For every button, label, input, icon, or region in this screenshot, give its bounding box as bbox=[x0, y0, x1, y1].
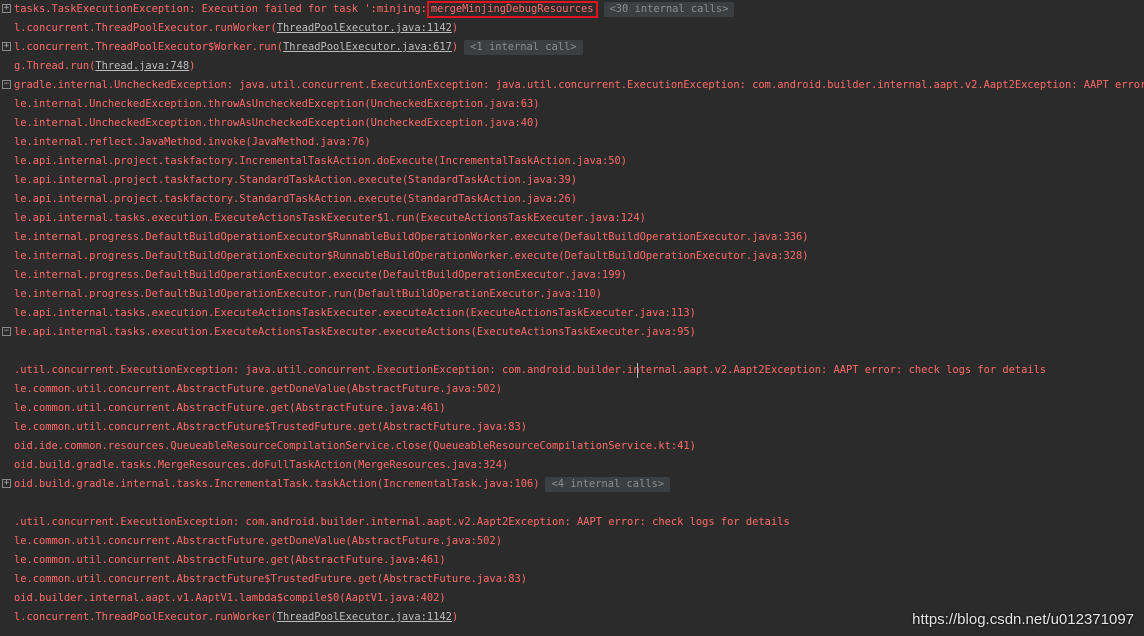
stack-trace-line: .util.concurrent.ExecutionException: jav… bbox=[0, 361, 1144, 380]
line-text: le.api.internal.project.taskfactory.Stan… bbox=[14, 174, 578, 186]
stack-trace-line: le.common.util.concurrent.AbstractFuture… bbox=[0, 570, 1144, 589]
stack-trace-line: le.internal.progress.DefaultBuildOperati… bbox=[0, 247, 1144, 266]
line-text: le.api.internal.project.taskfactory.Incr… bbox=[14, 155, 628, 167]
stack-trace-line: le.internal.progress.DefaultBuildOperati… bbox=[0, 285, 1144, 304]
line-text: gradle.internal.UncheckedException: java… bbox=[14, 79, 1144, 91]
stack-trace-line: le.internal.UncheckedException.throwAsUn… bbox=[0, 95, 1144, 114]
source-link[interactable]: ThreadPoolExecutor.java:1142 bbox=[277, 611, 452, 623]
highlighted-task-name: mergeMinjingDebugResources bbox=[426, 0, 598, 18]
stack-trace-line: oid.build.gradle.internal.tasks.Incremen… bbox=[0, 475, 1144, 494]
internal-calls-fold[interactable]: <4 internal calls> bbox=[545, 477, 671, 492]
stack-trace-line: le.internal.reflect.JavaMethod.invoke(Ja… bbox=[0, 133, 1144, 152]
line-text: le.api.internal.tasks.execution.ExecuteA… bbox=[14, 326, 696, 338]
stack-trace: tasks.TaskExecutionException: Execution … bbox=[0, 0, 1144, 627]
line-text: le.internal.progress.DefaultBuildOperati… bbox=[14, 288, 603, 300]
internal-calls-fold[interactable]: <1 internal call> bbox=[464, 40, 583, 55]
line-text: oid.build.gradle.internal.tasks.Incremen… bbox=[14, 478, 540, 490]
stack-trace-line: l.concurrent.ThreadPoolExecutor.runWorke… bbox=[0, 19, 1144, 38]
line-text: l.concurrent.ThreadPoolExecutor.runWorke… bbox=[14, 22, 277, 34]
stack-trace-line: le.api.internal.project.taskfactory.Incr… bbox=[0, 152, 1144, 171]
line-text: le.common.util.concurrent.AbstractFuture… bbox=[14, 573, 527, 585]
line-text-suffix: ) bbox=[451, 611, 459, 623]
line-text: le.common.util.concurrent.AbstractFuture… bbox=[14, 554, 446, 566]
stack-trace-line: oid.build.gradle.tasks.MergeResources.do… bbox=[0, 456, 1144, 475]
stack-trace-line: le.internal.progress.DefaultBuildOperati… bbox=[0, 266, 1144, 285]
stack-trace-line: le.common.util.concurrent.AbstractFuture… bbox=[0, 532, 1144, 551]
line-text: g.Thread.run( bbox=[14, 60, 96, 72]
line-text-suffix: ) bbox=[451, 41, 459, 53]
internal-calls-fold[interactable]: <30 internal calls> bbox=[603, 2, 735, 17]
line-text: l.concurrent.ThreadPoolExecutor.runWorke… bbox=[14, 611, 277, 623]
line-text: le.common.util.concurrent.AbstractFuture… bbox=[14, 402, 446, 414]
line-text: oid.build.gradle.tasks.MergeResources.do… bbox=[14, 459, 509, 471]
line-text: le.api.internal.tasks.execution.ExecuteA… bbox=[14, 212, 646, 224]
source-link[interactable]: Thread.java:748 bbox=[95, 60, 189, 72]
stack-trace-line: le.common.util.concurrent.AbstractFuture… bbox=[0, 551, 1144, 570]
stack-trace-line: le.common.util.concurrent.AbstractFuture… bbox=[0, 418, 1144, 437]
expand-icon[interactable] bbox=[2, 42, 11, 51]
line-text: le.common.util.concurrent.AbstractFuture… bbox=[14, 535, 502, 547]
stack-trace-line: le.internal.progress.DefaultBuildOperati… bbox=[0, 228, 1144, 247]
line-text: l.concurrent.ThreadPoolExecutor$Worker.r… bbox=[14, 41, 283, 53]
line-text: le.api.internal.project.taskfactory.Stan… bbox=[14, 193, 578, 205]
source-link[interactable]: ThreadPoolExecutor.java:617 bbox=[283, 41, 452, 53]
stack-trace-line: oid.builder.internal.aapt.v1.AaptV1.lamb… bbox=[0, 589, 1144, 608]
text-caret bbox=[637, 363, 638, 378]
stack-trace-line: le.internal.UncheckedException.throwAsUn… bbox=[0, 114, 1144, 133]
watermark: https://blog.csdn.net/u012371097 bbox=[912, 611, 1134, 628]
collapse-icon[interactable] bbox=[2, 80, 11, 89]
line-text: oid.builder.internal.aapt.v1.AaptV1.lamb… bbox=[14, 592, 446, 604]
line-text: le.internal.UncheckedException.throwAsUn… bbox=[14, 98, 540, 110]
line-text: le.internal.progress.DefaultBuildOperati… bbox=[14, 269, 628, 281]
line-text: .util.concurrent.ExecutionException: jav… bbox=[14, 364, 1047, 376]
stack-trace-line: le.api.internal.tasks.execution.ExecuteA… bbox=[0, 323, 1144, 342]
line-text: le.internal.progress.DefaultBuildOperati… bbox=[14, 231, 809, 243]
collapse-icon[interactable] bbox=[2, 327, 11, 336]
line-text: le.common.util.concurrent.AbstractFuture… bbox=[14, 421, 527, 433]
stack-trace-line: le.api.internal.tasks.execution.ExecuteA… bbox=[0, 304, 1144, 323]
source-link[interactable]: ThreadPoolExecutor.java:1142 bbox=[277, 22, 452, 34]
line-text-suffix: ) bbox=[451, 22, 459, 34]
stack-trace-line: l.concurrent.ThreadPoolExecutor$Worker.r… bbox=[0, 38, 1144, 57]
line-text: le.api.internal.tasks.execution.ExecuteA… bbox=[14, 307, 696, 319]
stack-trace-line: g.Thread.run(Thread.java:748) bbox=[0, 57, 1144, 76]
line-text: oid.ide.common.resources.QueueableResour… bbox=[14, 440, 696, 452]
line-text: .util.concurrent.ExecutionException: com… bbox=[14, 516, 790, 528]
stack-trace-line: le.common.util.concurrent.AbstractFuture… bbox=[0, 399, 1144, 418]
stack-trace-line: le.api.internal.project.taskfactory.Stan… bbox=[0, 190, 1144, 209]
stack-trace-line: tasks.TaskExecutionException: Execution … bbox=[0, 0, 1144, 19]
stack-trace-line: gradle.internal.UncheckedException: java… bbox=[0, 76, 1144, 95]
line-text: le.internal.reflect.JavaMethod.invoke(Ja… bbox=[14, 136, 371, 148]
line-text: le.internal.UncheckedException.throwAsUn… bbox=[14, 117, 540, 129]
stack-trace-line: le.api.internal.project.taskfactory.Stan… bbox=[0, 171, 1144, 190]
expand-icon[interactable] bbox=[2, 4, 11, 13]
line-text: le.internal.progress.DefaultBuildOperati… bbox=[14, 250, 809, 262]
stack-trace-line: le.api.internal.tasks.execution.ExecuteA… bbox=[0, 209, 1144, 228]
console-output[interactable]: tasks.TaskExecutionException: Execution … bbox=[0, 0, 1144, 636]
line-text: le.common.util.concurrent.AbstractFuture… bbox=[14, 383, 502, 395]
stack-trace-line: .util.concurrent.ExecutionException: com… bbox=[0, 513, 1144, 532]
line-text: tasks.TaskExecutionException: Execution … bbox=[14, 3, 427, 15]
stack-trace-line: le.common.util.concurrent.AbstractFuture… bbox=[0, 380, 1144, 399]
stack-trace-line: oid.ide.common.resources.QueueableResour… bbox=[0, 437, 1144, 456]
line-text-suffix: ) bbox=[189, 60, 196, 72]
expand-icon[interactable] bbox=[2, 479, 11, 488]
